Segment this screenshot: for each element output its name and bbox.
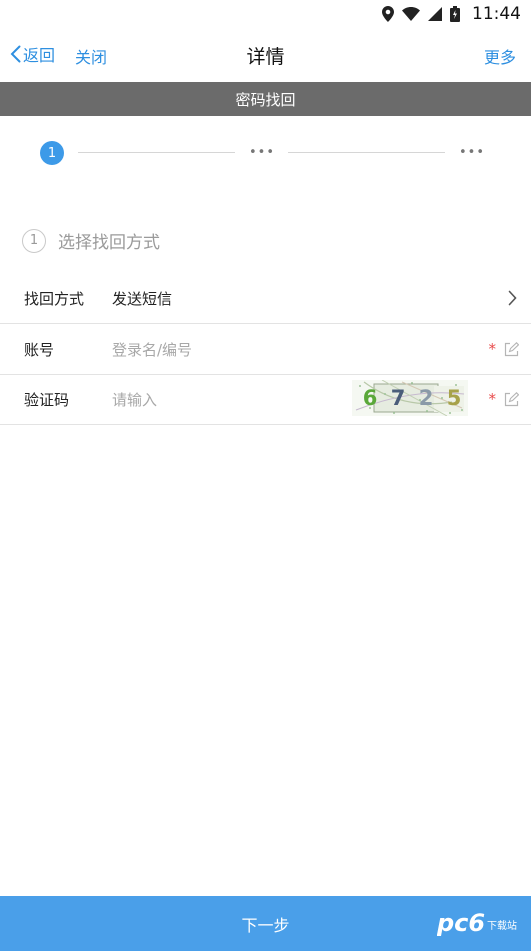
edit-icon bbox=[504, 391, 519, 406]
required-mark: * bbox=[488, 390, 497, 408]
method-heading: 1 选择找回方式 bbox=[22, 228, 160, 253]
required-mark: * bbox=[488, 340, 497, 358]
wifi-icon bbox=[402, 7, 420, 21]
location-icon bbox=[382, 6, 394, 22]
signal-icon bbox=[428, 7, 442, 21]
recovery-method-value: 发送短信 bbox=[112, 289, 173, 308]
progress-stepper: 1 ••• ••• bbox=[0, 116, 531, 188]
row-divider bbox=[0, 424, 531, 425]
method-number-badge: 1 bbox=[22, 228, 46, 253]
pc6-logo-icon: pc6 下载站 bbox=[437, 909, 517, 937]
account-input[interactable]: 登录名/编号 bbox=[112, 339, 192, 360]
captcha-char: 5 bbox=[446, 386, 462, 410]
page-title: 详情 bbox=[246, 46, 285, 68]
account-label: 账号 bbox=[24, 340, 55, 359]
captcha-char: 7 bbox=[390, 386, 406, 410]
method-heading-text: 选择找回方式 bbox=[58, 233, 160, 253]
captcha-char: 2 bbox=[418, 386, 434, 410]
captcha-text: 6725 bbox=[352, 380, 468, 416]
captcha-char: 6 bbox=[362, 386, 378, 410]
recovery-method-row[interactable]: 找回方式 发送短信 bbox=[0, 273, 531, 323]
recovery-method-label: 找回方式 bbox=[24, 289, 85, 308]
chevron-right-icon bbox=[508, 290, 517, 306]
step-3-indicator: ••• bbox=[459, 145, 486, 160]
captcha-label: 验证码 bbox=[24, 390, 70, 409]
section-title: 密码找回 bbox=[0, 82, 531, 116]
clock-time: 11:44 bbox=[472, 4, 521, 24]
step-1-indicator: 1 bbox=[40, 141, 64, 165]
step-2-indicator: ••• bbox=[249, 145, 276, 160]
status-bar: 11:44 bbox=[0, 0, 531, 28]
watermark-logo: pc6 下载站 bbox=[437, 907, 523, 939]
step-connector bbox=[78, 152, 235, 153]
more-button[interactable]: 更多 bbox=[484, 44, 516, 68]
step-connector bbox=[288, 152, 445, 153]
account-row: 账号 登录名/编号 * bbox=[0, 324, 531, 374]
captcha-image[interactable]: 6725 bbox=[352, 380, 468, 416]
svg-text:下载站: 下载站 bbox=[487, 919, 517, 932]
battery-icon bbox=[450, 6, 460, 22]
svg-text:pc6: pc6 bbox=[437, 909, 485, 937]
edit-icon bbox=[504, 341, 519, 356]
captcha-row: 验证码 请输入 6725 * bbox=[0, 374, 531, 424]
title-bar: 返回 关闭 详情 更多 bbox=[0, 28, 531, 82]
captcha-input[interactable]: 请输入 bbox=[112, 389, 157, 410]
